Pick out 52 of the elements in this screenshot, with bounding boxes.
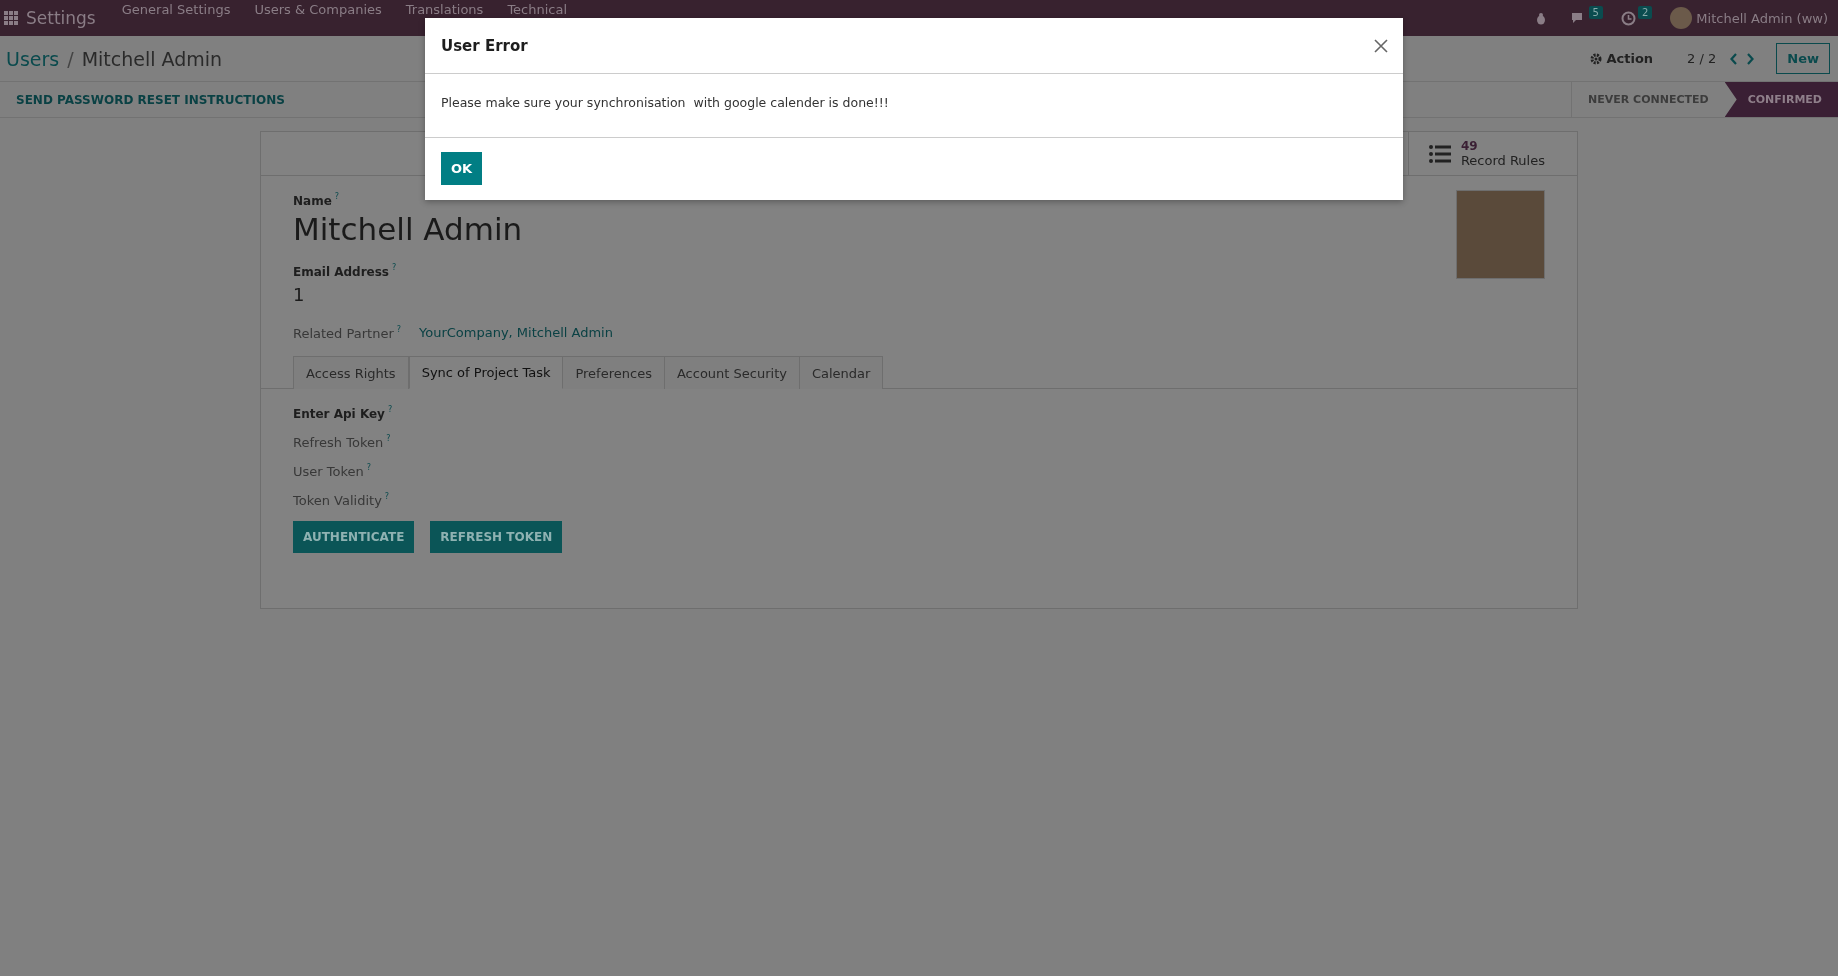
- help-mark: ?: [392, 262, 397, 272]
- form-tab[interactable]: Calendar: [799, 356, 884, 389]
- action-button[interactable]: Action: [1584, 50, 1660, 67]
- menu-item[interactable]: Users & Companies: [242, 2, 394, 17]
- message-count: 5: [1588, 5, 1603, 19]
- menu-item[interactable]: General Settings: [109, 2, 243, 17]
- field-label: Token Validity: [293, 493, 382, 508]
- form-tab[interactable]: Preferences: [563, 356, 665, 389]
- pager-value: 2 / 2: [1687, 51, 1717, 66]
- user-avatar[interactable]: [1670, 7, 1693, 29]
- ok-button[interactable]: OK: [441, 152, 483, 185]
- form-tab[interactable]: Account Security: [664, 356, 800, 389]
- field-label: Email Address: [293, 265, 389, 279]
- status-stage[interactable]: CONFIRMED: [1724, 82, 1838, 117]
- help-mark: ?: [334, 191, 340, 201]
- help-mark: ?: [384, 491, 390, 501]
- field-label: Refresh Token: [293, 435, 384, 450]
- field-label: Name: [293, 194, 332, 208]
- clock-icon[interactable]: [1621, 10, 1636, 26]
- help-mark: ?: [386, 433, 391, 443]
- menu-item[interactable]: Translations: [393, 2, 496, 17]
- partner-link[interactable]: YourCompany, Mitchell Admin: [419, 325, 613, 340]
- apps-grid-icon[interactable]: [4, 11, 18, 25]
- dialog-title: User Error: [441, 36, 528, 55]
- app-name[interactable]: Settings: [18, 8, 110, 28]
- help-mark: ?: [387, 404, 393, 414]
- new-button[interactable]: New: [1776, 43, 1830, 74]
- breadcrumb-item[interactable]: Users: [6, 47, 60, 70]
- dialog-message: Please make sure your synchronisation with google calender is done!!!: [441, 95, 889, 110]
- record-rules-button[interactable]: 49 Record Rules: [1407, 132, 1577, 175]
- action-button[interactable]: REFRESH TOKEN: [430, 521, 563, 553]
- user-name[interactable]: Mitchell Admin (ww): [1696, 10, 1828, 26]
- user-name-value: Mitchell Admin: [293, 211, 524, 247]
- breadcrumb-item[interactable]: Mitchell Admin: [81, 47, 223, 70]
- field-label: Related Partner: [293, 326, 394, 341]
- field-label: Enter Api Key: [293, 407, 385, 421]
- password-reset-button[interactable]: SEND PASSWORD RESET INSTRUCTIONS: [0, 92, 301, 107]
- list-icon: [1428, 144, 1451, 163]
- form-tab[interactable]: Sync of Project Task: [408, 356, 564, 389]
- field-label: User Token: [293, 464, 364, 479]
- form-tab[interactable]: Access Rights: [293, 356, 409, 389]
- status-stage[interactable]: NEVER CONNECTED: [1571, 82, 1725, 117]
- gear-icon: [1590, 52, 1603, 65]
- breadcrumb-separator: /: [67, 47, 74, 70]
- help-mark: ?: [396, 324, 401, 334]
- close-button[interactable]: [1373, 37, 1389, 54]
- bug-icon[interactable]: [1534, 11, 1547, 25]
- email-value: 1: [293, 284, 306, 305]
- menu-item[interactable]: Technical: [495, 2, 580, 17]
- help-mark: ?: [366, 462, 371, 472]
- activity-count: 2: [1638, 5, 1653, 19]
- action-button[interactable]: AUTHENTICATE: [293, 521, 415, 553]
